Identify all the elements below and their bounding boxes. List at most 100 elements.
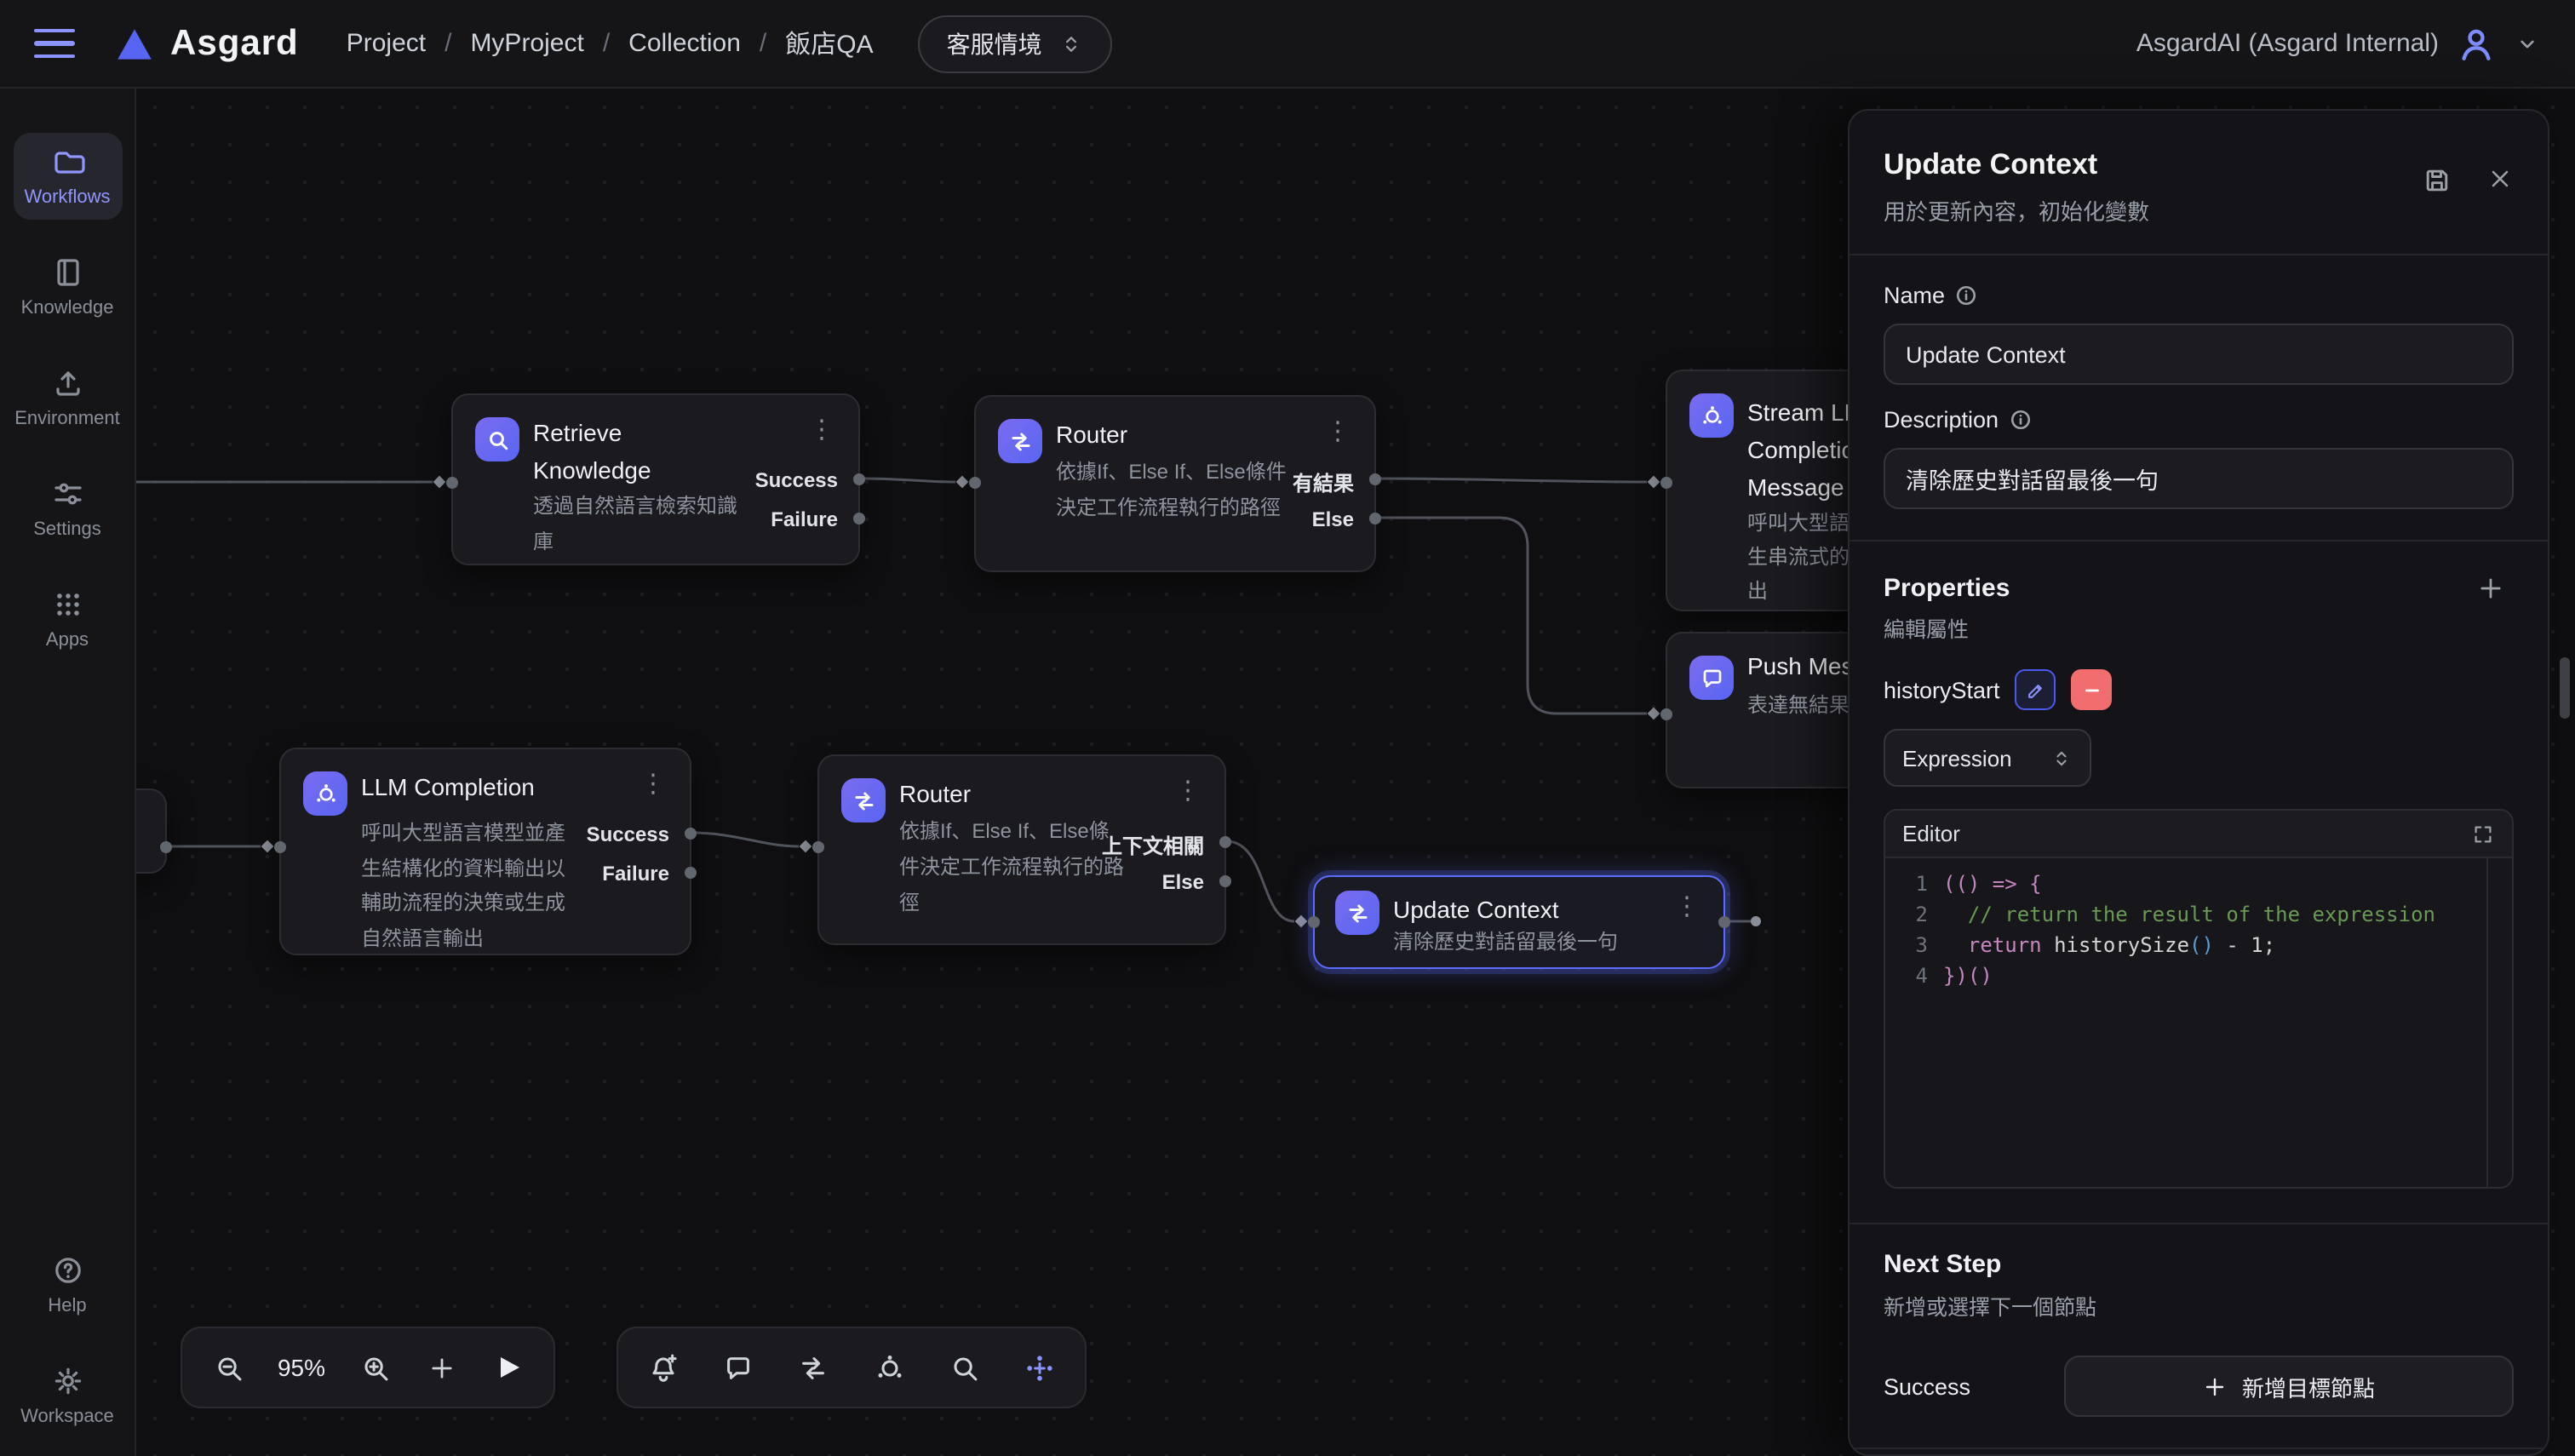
message-icon [1689,656,1734,700]
update-context-node-icon[interactable] [1017,1344,1064,1391]
property-type-select[interactable]: Expression [1884,729,2091,787]
environment-selector[interactable]: 客服情境 [918,14,1112,72]
expression-editor[interactable]: Editor 1234 (() => { // return the resul… [1884,809,2514,1189]
name-field-label: Name [1884,283,1945,308]
sidebar-item-label: Knowledge [21,298,114,318]
account-avatar-icon[interactable] [2456,23,2497,64]
info-icon[interactable] [1955,284,1977,307]
breadcrumb-item[interactable]: Collection [628,29,741,58]
breadcrumb-separator: / [584,29,628,58]
node-palette-toolbar [617,1327,1087,1408]
node-trigger-fragment[interactable] [136,788,167,874]
node-title: LLM Completion [361,768,565,805]
node-description: 依據If、Else If、Else條件決定工作流程執行的路徑 [1056,455,1303,526]
next-step-output-label: Success [1884,1373,1970,1399]
workspace-gear-icon [50,1364,84,1398]
output-port[interactable] [1718,916,1730,928]
zoom-toolbar: 95% [181,1327,555,1408]
expand-editor-icon[interactable] [2471,822,2495,846]
node-description: 透過自然語言檢索知識庫 [533,489,744,560]
node-description: 呼叫大型語言模型並產生結構化的資料輸出以輔助流程的決策或生成自然語言輸出 [361,816,572,955]
top-bar: Asgard Project / MyProject / Collection … [0,0,2575,89]
add-target-plus-icon [2203,1373,2228,1399]
editor-label: Editor [1902,821,1960,846]
input-port[interactable] [446,477,458,489]
sidebar-item-settings[interactable]: Settings [13,465,122,552]
node-update-context[interactable]: Update Context ⋮ 清除歷史對話留最後一句 [1313,875,1725,969]
node-title: Update Context [1393,891,1649,928]
output-port[interactable] [1219,836,1231,848]
remove-property-icon[interactable] [2072,669,2113,710]
sidebar-item-label: Apps [46,630,89,651]
input-port[interactable] [1660,477,1672,489]
add-target-node-button[interactable]: 新增目標節點 [2064,1356,2514,1417]
breadcrumb-item[interactable]: MyProject [470,29,583,58]
zoom-out-icon[interactable] [206,1344,250,1391]
output-port[interactable] [685,828,697,840]
sidebar-item-workflows[interactable]: Workflows [13,133,122,220]
settings-sliders-icon [50,477,84,511]
knowledge-book-icon [50,255,84,289]
node-router-top[interactable]: Router ⋮ 依據If、Else If、Else條件決定工作流程執行的路徑 … [974,395,1376,572]
menu-icon[interactable] [34,28,75,59]
node-description: 依據If、Else If、Else條件決定工作流程執行的路徑 [899,814,1124,921]
sidebar-item-label: Environment [14,409,120,429]
retrieve-node-icon[interactable] [941,1344,989,1391]
node-menu-icon[interactable]: ⋮ [1167,775,1209,809]
select-updown-icon [2050,747,2073,769]
notification-node-icon[interactable] [639,1344,686,1391]
name-input[interactable] [1884,324,2514,385]
editor-code[interactable]: (() => { // return the result of the exp… [1943,868,2512,991]
add-node-icon[interactable] [419,1344,463,1391]
output-port[interactable] [1219,875,1231,887]
app-title: Asgard [170,23,299,64]
node-router-bottom[interactable]: Router ⋮ 依據If、Else If、Else條件決定工作流程執行的路徑 … [817,754,1226,945]
breadcrumb-item[interactable]: Project [347,29,426,58]
sidebar-item-help[interactable]: Help [13,1241,122,1328]
account-label: AsgardAI (Asgard Internal) [2136,29,2439,58]
message-node-icon[interactable] [714,1344,762,1391]
close-icon[interactable] [2486,165,2514,192]
node-output-label: Else [1312,507,1354,531]
node-menu-icon[interactable]: ⋮ [1316,416,1359,450]
sidebar-item-apps[interactable]: Apps [13,576,122,662]
sidebar-item-label: Workflows [24,187,110,208]
description-input[interactable] [1884,448,2514,509]
edit-property-icon[interactable] [2016,669,2056,710]
output-port[interactable] [853,513,865,525]
output-port[interactable] [853,473,865,485]
run-workflow-icon[interactable] [485,1344,530,1391]
breadcrumb: Project / MyProject / Collection / 飯店QA [347,26,874,61]
output-port[interactable] [685,867,697,879]
info-icon[interactable] [2009,409,2031,431]
update-context-icon [1335,891,1379,935]
add-property-icon[interactable] [2466,564,2514,611]
chevron-down-icon[interactable] [2514,30,2541,57]
next-step-heading: Next Step [1884,1250,2514,1279]
page-scrollbar-thumb[interactable] [2560,657,2570,719]
input-port[interactable] [274,841,286,853]
sidebar-item-environment[interactable]: Environment [13,354,122,441]
node-menu-icon[interactable]: ⋮ [800,414,843,448]
node-menu-icon[interactable]: ⋮ [1666,891,1708,925]
output-port[interactable] [160,841,172,853]
sidebar-item-knowledge[interactable]: Knowledge [13,244,122,330]
llm-node-icon[interactable] [865,1344,913,1391]
zoom-in-icon[interactable] [353,1344,397,1391]
editor-scrollbar[interactable] [2486,858,2488,1187]
save-icon[interactable] [2422,165,2452,196]
input-port[interactable] [812,841,824,853]
input-port[interactable] [969,477,981,489]
sidebar-item-workspace[interactable]: Workspace [13,1352,122,1439]
description-field-label: Description [1884,407,1999,433]
input-port[interactable] [1308,916,1320,928]
node-menu-icon[interactable]: ⋮ [632,768,674,802]
node-retrieve-knowledge[interactable]: Retrieve Knowledge ⋮ 透過自然語言檢索知識庫 Success… [451,393,860,565]
node-title: Router [1056,416,1277,453]
input-port[interactable] [1660,708,1672,720]
node-llm-completion[interactable]: LLM Completion ⋮ 呼叫大型語言模型並產生結構化的資料輸出以輔助流… [279,748,691,955]
router-node-icon[interactable] [790,1344,838,1391]
output-port[interactable] [1369,473,1381,485]
output-port[interactable] [1369,513,1381,525]
router-icon [841,778,886,823]
